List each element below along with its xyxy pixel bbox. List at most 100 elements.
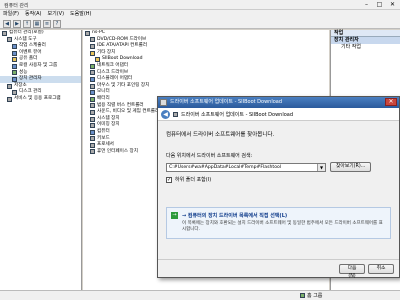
minimize-button[interactable]: – bbox=[360, 0, 373, 9]
console-tree-item[interactable]: 작업 스케줄러 bbox=[0, 43, 81, 50]
device-tree-item-label: 휴먼 인터페이스 장치 bbox=[97, 148, 138, 154]
dialog-footer: 다음(N) 취소 bbox=[158, 259, 399, 279]
actions-section[interactable]: 장치 관리자 bbox=[331, 37, 400, 44]
option-title[interactable]: → 컴퓨터의 장치 드라이버 목록에서 직접 선택(L) bbox=[182, 212, 386, 219]
tree-node-icon bbox=[90, 43, 95, 49]
chevron-down-icon[interactable]: ▼ bbox=[317, 163, 325, 171]
console-tree-item-label: 컴퓨터 관리(로컬) bbox=[9, 30, 44, 35]
show-hide-tree-icon[interactable]: ▦ bbox=[33, 20, 41, 28]
device-tree-item-label: 디스플레이 어댑터 bbox=[97, 76, 133, 82]
actions-header: 작업 bbox=[331, 30, 400, 37]
clock-icon bbox=[12, 43, 17, 49]
console-tree-item[interactable]: 디스크 관리 bbox=[0, 89, 81, 96]
menu-bar: 파일(F) 동작(A) 보기(V) 도움말(H) bbox=[0, 10, 400, 19]
console-tree-item-label: 로컬 사용자 및 그룹 bbox=[19, 62, 58, 68]
dialog-heading: 컴퓨터에서 드라이버 소프트웨어를 찾아봅니다. bbox=[166, 132, 275, 138]
maximize-button[interactable]: □ bbox=[373, 0, 386, 9]
device-tree-item-label: IDE ATA/ATAPI 컨트롤러 bbox=[97, 43, 148, 49]
tree-node-icon bbox=[95, 57, 100, 63]
tree-node-icon bbox=[90, 50, 95, 56]
console-tree-item-label: 장치 관리자 bbox=[19, 76, 42, 82]
event-icon bbox=[12, 50, 17, 56]
console-tree-item[interactable]: 장치 관리자 bbox=[0, 76, 81, 83]
search-location-label: 다음 위치에서 드라이버 소프트웨어 검색: bbox=[166, 153, 253, 159]
help-icon[interactable]: ? bbox=[53, 20, 61, 28]
device-tree-item-label: 네트워크 어댑터 bbox=[97, 62, 129, 68]
device-tree-item-label: 사운드, 비디오 및 게임 컨트롤러 bbox=[97, 109, 160, 115]
tree-node-icon bbox=[85, 30, 90, 36]
console-tree-item[interactable]: 공유 폴더 bbox=[0, 56, 81, 63]
tree-node-icon bbox=[90, 129, 95, 135]
device-tree-item[interactable]: 모니터 bbox=[83, 89, 329, 96]
option-description: 이 목록에는 장치와 호환되는 설치 드라이버 소프트웨어 및 동일한 범주에서… bbox=[182, 221, 383, 232]
tree-node-icon bbox=[90, 70, 95, 76]
device-icon bbox=[173, 111, 178, 117]
device-tree-item-label: 컴퓨터 bbox=[97, 128, 110, 134]
services-icon bbox=[7, 96, 12, 102]
dialog-title: 드라이버 소프트웨어 업데이트 - SIIBoot Download bbox=[170, 99, 283, 105]
tree-node-icon bbox=[90, 96, 95, 102]
menu-action[interactable]: 동작(A) bbox=[25, 10, 42, 19]
device-manager-icon bbox=[12, 76, 17, 82]
console-tree-item[interactable]: 로컬 사용자 및 그룹 bbox=[0, 63, 81, 70]
device-tree-item[interactable]: SIIBoot Download bbox=[83, 56, 329, 63]
next-button[interactable]: 다음(N) bbox=[339, 264, 365, 279]
back-arrow-icon[interactable]: ◀ bbox=[161, 109, 170, 119]
title-bar: 컴퓨터 관리 – □ ✕ bbox=[0, 0, 400, 10]
menu-help[interactable]: 도움말(H) bbox=[70, 10, 91, 19]
tree-node-icon bbox=[90, 103, 95, 109]
tools-icon bbox=[7, 37, 12, 43]
folder-icon bbox=[12, 57, 17, 63]
tree-node-icon bbox=[90, 90, 95, 96]
dialog-subheader-text: 드라이버 소프트웨어 업데이트 - SIIBoot Download bbox=[181, 111, 294, 118]
menu-view[interactable]: 보기(V) bbox=[48, 10, 65, 19]
dialog-title-bar: 드라이버 소프트웨어 업데이트 - SIIBoot Download ✕ bbox=[158, 97, 399, 108]
tree-node-icon bbox=[90, 142, 95, 148]
path-combobox[interactable]: C:#Users#wa#AppData#Local#Temp#Flashtool… bbox=[166, 162, 326, 172]
include-subfolders-checkbox[interactable]: ✓ bbox=[166, 176, 172, 183]
green-arrow-icon: → bbox=[171, 212, 178, 219]
tree-node-icon bbox=[90, 116, 95, 122]
tree-node-icon bbox=[90, 149, 95, 155]
back-icon[interactable]: ◀ bbox=[3, 20, 11, 28]
users-icon bbox=[12, 63, 17, 69]
device-tree-item-label: 배터리 bbox=[97, 95, 110, 101]
device-tree-item-label: 모니터 bbox=[97, 89, 110, 95]
device-tree-item-label: 이미징 장치 bbox=[97, 122, 120, 128]
console-tree-item[interactable]: 이벤트 뷰어 bbox=[0, 50, 81, 57]
include-subfolders-label[interactable]: 하위 폴더 포함(I) bbox=[175, 176, 211, 183]
device-tree-item[interactable]: IDE ATA/ATAPI 컨트롤러 bbox=[83, 43, 329, 50]
up-icon[interactable]: ↑ bbox=[23, 20, 31, 28]
properties-icon[interactable]: ≡ bbox=[43, 20, 51, 28]
toolbar: ◀ ▶ ↑ ▦ ≡ ? bbox=[0, 19, 400, 29]
device-tree-item[interactable]: 디스플레이 어댑터 bbox=[83, 76, 329, 83]
storage-icon bbox=[7, 83, 12, 89]
forward-icon[interactable]: ▶ bbox=[13, 20, 21, 28]
console-tree-item[interactable]: 서비스 및 응용 프로그램 bbox=[0, 96, 81, 103]
console-tree-item-label: 디스크 관리 bbox=[19, 89, 42, 95]
actions-more[interactable]: 기타 작업 bbox=[331, 44, 400, 51]
status-bar: 홈 그룹 bbox=[0, 290, 400, 300]
tree-node-icon bbox=[90, 76, 95, 82]
close-button[interactable]: ✕ bbox=[386, 0, 399, 9]
computer-management-icon bbox=[2, 30, 7, 36]
device-tree-item[interactable]: ns-PC bbox=[83, 30, 329, 37]
homegroup-label[interactable]: 홈 그룹 bbox=[307, 292, 322, 299]
console-tree-item-label: 작업 스케줄러 bbox=[19, 43, 46, 49]
device-tree-item[interactable]: 네트워크 어댑터 bbox=[83, 63, 329, 70]
update-driver-dialog: 드라이버 소프트웨어 업데이트 - SIIBoot Download ✕ ◀ 드… bbox=[157, 96, 400, 279]
console-tree-item-label: 공유 폴더 bbox=[19, 56, 38, 62]
tree-node-icon bbox=[90, 37, 95, 43]
device-tree-item-label: SIIBoot Download bbox=[102, 56, 143, 62]
browse-button[interactable]: 찾아보기(R)... bbox=[330, 162, 372, 172]
menu-file[interactable]: 파일(F) bbox=[3, 10, 19, 19]
dialog-close-button[interactable]: ✕ bbox=[385, 98, 397, 106]
device-tree-item-label: 프로세서 bbox=[97, 142, 114, 148]
pick-from-list-option[interactable]: → → 컴퓨터의 장치 드라이버 목록에서 직접 선택(L) 이 목록에는 장치… bbox=[166, 207, 391, 239]
device-tree-item[interactable]: 마우스 및 기타 포인팅 장치 bbox=[83, 83, 329, 90]
console-tree-item[interactable]: 컴퓨터 관리(로컬) bbox=[0, 30, 81, 37]
tree-node-icon bbox=[90, 136, 95, 142]
cancel-button[interactable]: 취소 bbox=[368, 264, 394, 274]
tree-node-icon bbox=[90, 83, 95, 89]
console-tree-item-label: 서비스 및 응용 프로그램 bbox=[14, 95, 61, 101]
